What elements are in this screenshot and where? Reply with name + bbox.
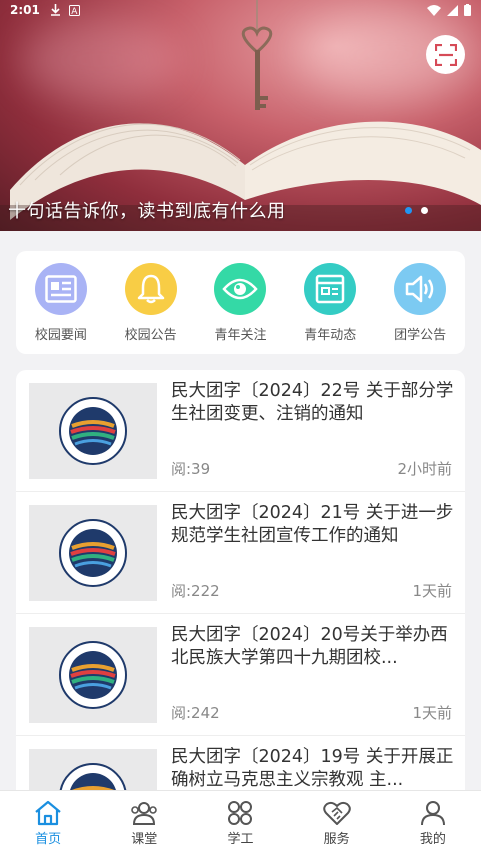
tab-classroom[interactable]: 课堂	[104, 791, 184, 855]
banner-dot[interactable]	[405, 207, 412, 214]
news-list: 民大团字〔2024〕22号 关于部分学生社团变更、注销的通知 阅:39 2小时前…	[16, 370, 465, 790]
quick-nav-label: 青年关注	[214, 328, 267, 343]
quick-nav-youth-news[interactable]: 青年动态	[290, 263, 370, 354]
grid-icon	[228, 801, 253, 825]
bell-icon	[124, 263, 177, 315]
university-logo-icon	[59, 397, 127, 465]
status-time: 2:01	[10, 3, 40, 17]
news-time: 1天前	[412, 582, 452, 600]
tab-label: 服务	[323, 832, 350, 847]
tab-service[interactable]: 服务	[297, 791, 377, 855]
scan-icon	[434, 43, 457, 66]
news-thumbnail	[29, 627, 157, 723]
news-item[interactable]: 民大团字〔2024〕20号关于举办西北民族大学第四十九期团校... 阅:242 …	[16, 614, 465, 736]
news-thumbnail	[29, 383, 157, 479]
newspaper-icon	[34, 263, 87, 315]
eye-icon	[214, 263, 267, 315]
news-item[interactable]: 民大团字〔2024〕22号 关于部分学生社团变更、注销的通知 阅:39 2小时前	[16, 370, 465, 492]
news-views: 阅:242	[171, 704, 220, 722]
quick-nav-label: 校园要闻	[34, 328, 87, 343]
news-board-icon	[304, 263, 357, 315]
university-logo-icon	[59, 641, 127, 709]
banner-dot[interactable]	[421, 207, 428, 214]
news-time: 1天前	[412, 704, 452, 722]
quick-nav-league-notice[interactable]: 团学公告	[380, 263, 460, 354]
tab-label: 首页	[35, 832, 62, 847]
news-thumbnail	[29, 749, 157, 790]
battery-icon	[464, 4, 471, 16]
bottom-nav: 首页 课堂 学工 服务 我的	[0, 790, 481, 855]
download-icon	[50, 4, 60, 16]
user-icon	[420, 801, 445, 826]
university-logo-icon	[59, 763, 127, 790]
news-title: 民大团字〔2024〕22号 关于部分学生社团变更、注销的通知	[171, 381, 454, 424]
news-title: 民大团字〔2024〕19号 关于开展正确树立马克思主义宗教观 主...	[171, 747, 454, 790]
news-title: 民大团字〔2024〕20号关于举办西北民族大学第四十九期团校...	[171, 625, 448, 668]
tab-label: 我的	[419, 832, 446, 847]
news-item[interactable]: 民大团字〔2024〕21号 关于进一步规范学生社团宣传工作的通知 阅:222 1…	[16, 492, 465, 614]
scan-button[interactable]	[426, 35, 465, 74]
signal-icon	[447, 4, 458, 16]
banner-pagination	[405, 207, 428, 214]
quick-nav-label: 校园公告	[124, 328, 177, 343]
quick-nav-label: 团学公告	[394, 328, 447, 343]
quick-nav: 校园要闻 校园公告 青年关注 青年动态 团学公告	[16, 251, 465, 354]
home-icon	[35, 800, 61, 826]
banner-carousel[interactable]: 十句话告诉你，读书到底有什么用	[0, 0, 481, 231]
speaker-icon	[394, 263, 447, 315]
wifi-icon	[427, 4, 441, 16]
university-logo-icon	[59, 519, 127, 587]
tab-student-affairs[interactable]: 学工	[200, 791, 280, 855]
news-views: 阅:222	[171, 582, 220, 600]
news-views: 阅:39	[171, 460, 211, 478]
banner-caption: 十句话告诉你，读书到底有什么用	[8, 201, 286, 222]
tab-mine[interactable]: 我的	[393, 791, 473, 855]
quick-nav-campus-news[interactable]: 校园要闻	[21, 263, 101, 354]
svg-text:A: A	[71, 7, 78, 16]
quick-nav-campus-notice[interactable]: 校园公告	[111, 263, 191, 354]
tab-label: 学工	[227, 832, 254, 847]
tab-home[interactable]: 首页	[8, 791, 88, 855]
handshake-icon	[322, 801, 351, 825]
news-thumbnail	[29, 505, 157, 601]
people-icon	[131, 802, 158, 825]
news-time: 2小时前	[397, 460, 452, 478]
app-notification-icon: A	[68, 4, 80, 16]
status-bar: 2:01 A	[0, 0, 481, 20]
quick-nav-label: 青年动态	[304, 328, 357, 343]
tab-label: 课堂	[131, 832, 158, 847]
news-title: 民大团字〔2024〕21号 关于进一步规范学生社团宣传工作的通知	[171, 503, 454, 546]
news-item[interactable]: 民大团字〔2024〕19号 关于开展正确树立马克思主义宗教观 主...	[16, 736, 465, 790]
quick-nav-youth-focus[interactable]: 青年关注	[200, 263, 280, 354]
